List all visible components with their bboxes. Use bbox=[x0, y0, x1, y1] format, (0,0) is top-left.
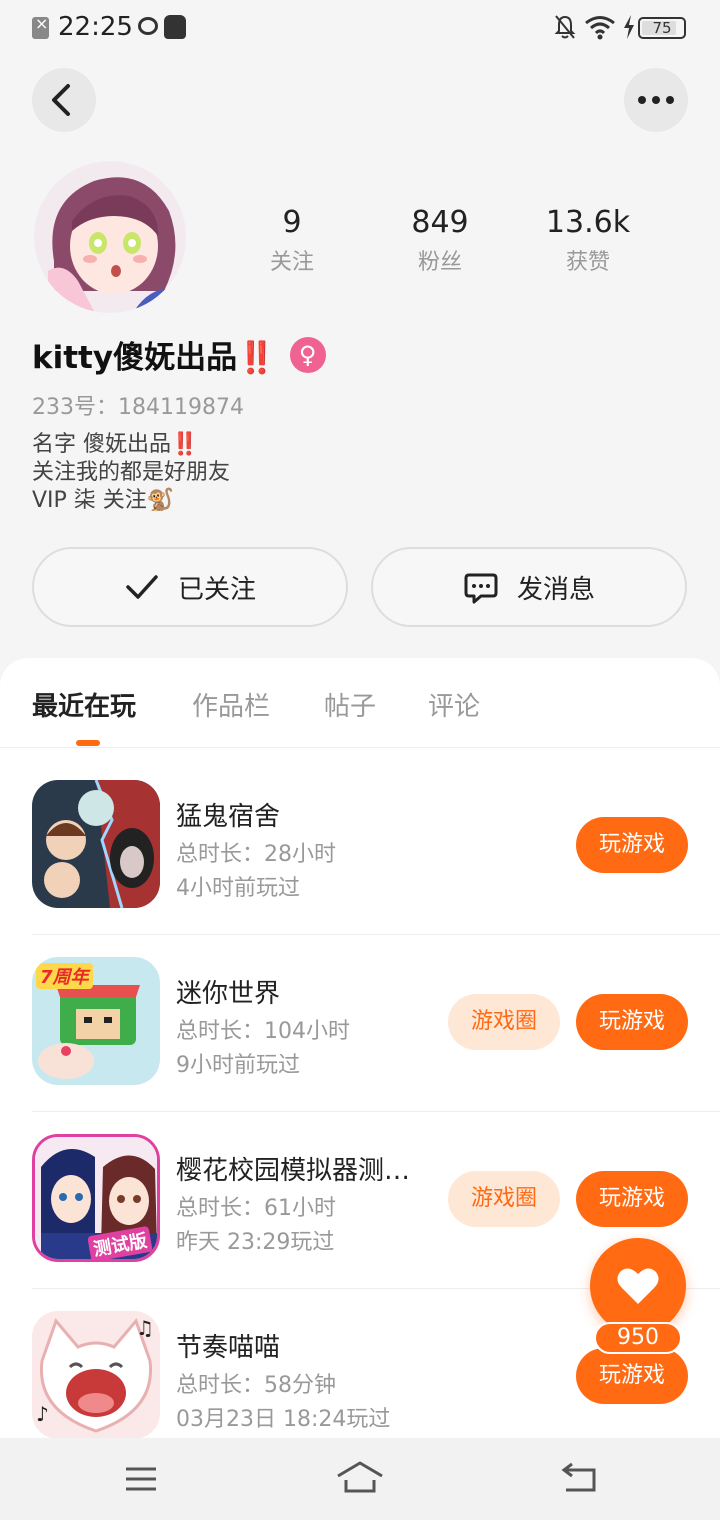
tab-works[interactable]: 作品栏 bbox=[192, 686, 270, 723]
return-icon[interactable] bbox=[560, 1462, 598, 1494]
wifi-icon bbox=[585, 16, 615, 40]
gender-female-icon: ♀ bbox=[289, 336, 326, 373]
chat-bubble-icon bbox=[464, 573, 498, 604]
bell-muted-icon bbox=[554, 15, 576, 39]
play-game-button[interactable]: 玩游戏 bbox=[576, 994, 688, 1050]
game-title: 樱花校园模拟器测… bbox=[176, 1156, 411, 1186]
system-nav-bar bbox=[0, 1438, 720, 1520]
home-icon[interactable] bbox=[336, 1460, 384, 1494]
menu-icon[interactable] bbox=[124, 1466, 158, 1492]
storage-status-icon bbox=[164, 15, 186, 39]
more-options-button[interactable] bbox=[624, 68, 688, 132]
bio-line: 关注我的都是好朋友 bbox=[32, 460, 231, 485]
bio-line: 名字 傻妩出品‼️ bbox=[32, 432, 199, 457]
game-duration: 总时长：28小时 bbox=[176, 842, 336, 867]
game-title: 猛鬼宿舍 bbox=[176, 802, 281, 832]
status-bar: 22:25 75 bbox=[0, 0, 720, 58]
game-circle-button[interactable]: 游戏圈 bbox=[448, 1171, 560, 1227]
game-icon: ♫ ♪ bbox=[32, 1311, 160, 1439]
profile-name-row: kitty傻妩出品‼️ ♀ bbox=[32, 332, 326, 377]
game-title: 节奏喵喵 bbox=[176, 1333, 281, 1363]
avatar[interactable] bbox=[34, 161, 186, 313]
back-button[interactable] bbox=[32, 68, 96, 132]
user-id: 233号：184119874 bbox=[32, 395, 244, 420]
game-duration: 总时长：58分钟 bbox=[176, 1373, 336, 1398]
notification-x-icon bbox=[32, 14, 49, 39]
following-button[interactable]: 已关注 bbox=[32, 547, 348, 627]
following-label: 关注 bbox=[269, 250, 314, 275]
tab-posts[interactable]: 帖子 bbox=[324, 686, 376, 723]
check-icon bbox=[126, 575, 158, 599]
floating-like-button[interactable] bbox=[590, 1238, 686, 1334]
game-last-played: 昨天 23:29玩过 bbox=[176, 1230, 335, 1255]
game-row[interactable]: 猛鬼宿舍 总时长：28小时 4小时前玩过 玩游戏 bbox=[32, 758, 720, 935]
likes-label: 获赞 bbox=[565, 250, 610, 275]
game-icon: 测试版 bbox=[32, 1134, 160, 1262]
game-duration: 总时长：61小时 bbox=[176, 1196, 336, 1221]
bio: 名字 傻妩出品‼️ 关注我的都是好朋友 VIP 柒 关注🐒 bbox=[32, 431, 230, 515]
back-arrow-icon bbox=[52, 84, 70, 116]
game-duration: 总时长：104小时 bbox=[176, 1019, 350, 1044]
profile-name: kitty傻妩出品‼️ bbox=[32, 340, 276, 376]
play-game-button[interactable]: 玩游戏 bbox=[576, 1348, 688, 1404]
play-game-button[interactable]: 玩游戏 bbox=[576, 1171, 688, 1227]
followers-label: 粉丝 bbox=[417, 250, 462, 275]
tab-recently-played[interactable]: 最近在玩 bbox=[32, 686, 136, 723]
more-dots-icon bbox=[638, 96, 674, 104]
svg-text:♪: ♪ bbox=[36, 1402, 49, 1426]
tab-comments[interactable]: 评论 bbox=[428, 686, 480, 723]
stat-following[interactable]: 9 关注 bbox=[222, 204, 362, 276]
stat-likes[interactable]: 13.6k 获赞 bbox=[518, 204, 658, 276]
game-last-played: 03月23日 18:24玩过 bbox=[176, 1407, 391, 1432]
game-icon: 7周年 bbox=[32, 957, 160, 1085]
play-game-button[interactable]: 玩游戏 bbox=[576, 817, 688, 873]
avatar-illustration bbox=[34, 161, 186, 313]
likes-count: 13.6k bbox=[545, 205, 631, 240]
message-status-icon bbox=[138, 17, 158, 35]
tab-bar: 最近在玩 作品栏 帖子 评论 bbox=[0, 658, 720, 748]
game-last-played: 9小时前玩过 bbox=[176, 1053, 300, 1078]
following-button-label: 已关注 bbox=[177, 574, 256, 605]
tab-indicator bbox=[76, 740, 100, 746]
followers-count: 849 bbox=[411, 205, 469, 240]
game-circle-button[interactable]: 游戏圈 bbox=[448, 994, 560, 1050]
stat-followers[interactable]: 849 粉丝 bbox=[370, 204, 510, 276]
heart-icon bbox=[617, 1268, 659, 1304]
game-last-played: 4小时前玩过 bbox=[176, 876, 300, 901]
anniversary-badge: 7周年 bbox=[36, 963, 93, 989]
charging-icon bbox=[624, 15, 634, 39]
like-count-badge: 950 bbox=[594, 1322, 682, 1354]
battery-indicator: 75 bbox=[638, 17, 686, 39]
send-message-button[interactable]: 发消息 bbox=[371, 547, 687, 627]
game-icon bbox=[32, 780, 160, 908]
game-row[interactable]: 7周年 迷你世界 总时长：104小时 9小时前玩过 游戏圈 玩游戏 bbox=[32, 935, 720, 1112]
status-time: 22:25 bbox=[58, 12, 133, 42]
following-count: 9 bbox=[282, 205, 302, 240]
game-title: 迷你世界 bbox=[176, 979, 281, 1009]
bio-line: VIP 柒 关注🐒 bbox=[32, 488, 175, 513]
send-message-label: 发消息 bbox=[516, 574, 595, 605]
svg-text:♫: ♫ bbox=[136, 1316, 154, 1340]
